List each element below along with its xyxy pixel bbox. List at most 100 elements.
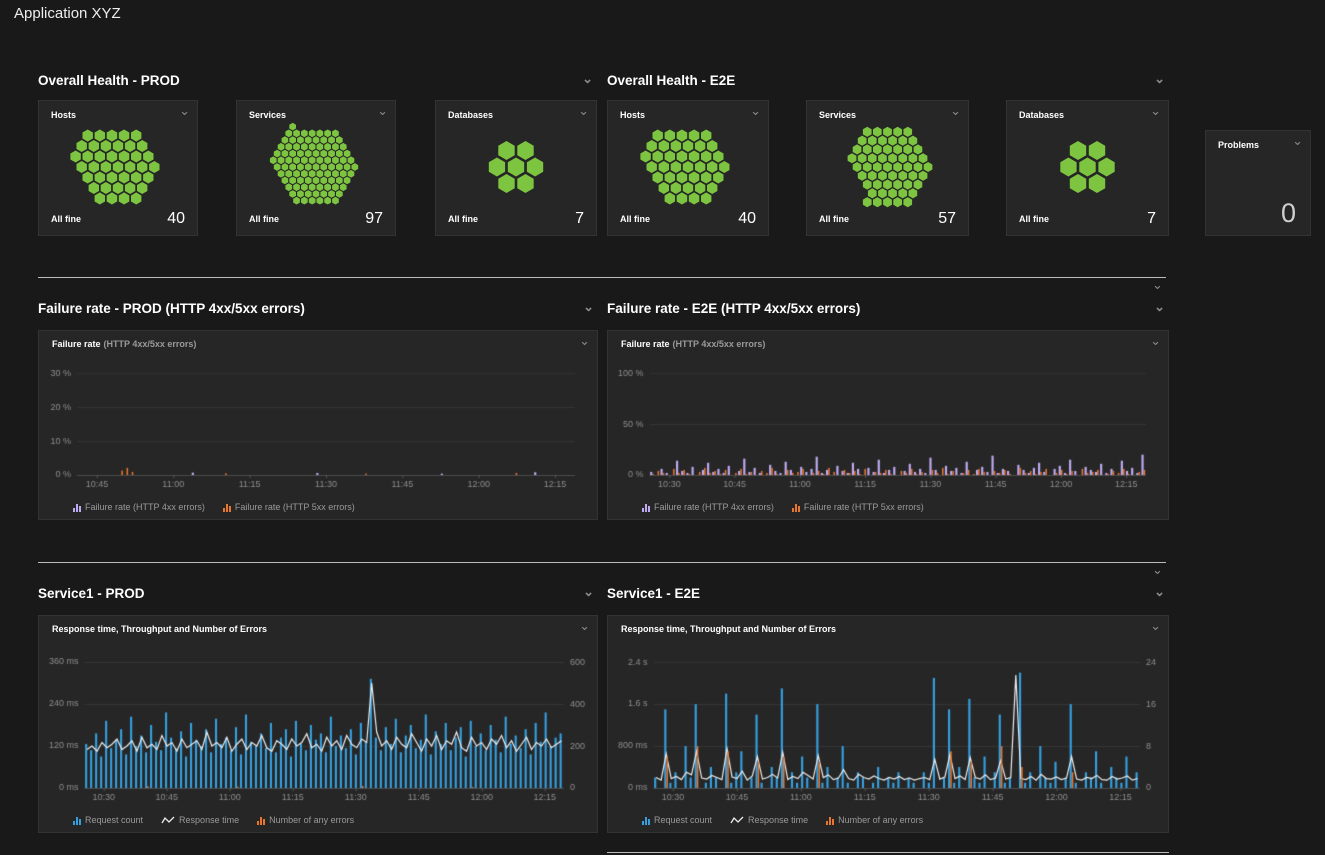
chevron-down-icon[interactable]: ⌄ — [1154, 74, 1165, 84]
chevron-down-icon[interactable]: ⌄ — [1154, 587, 1165, 597]
status-text: All fine — [819, 214, 849, 224]
chevron-down-icon[interactable]: ⌄ — [578, 106, 589, 116]
chevron-down-icon[interactable]: ⌄ — [377, 106, 388, 116]
entity-count: 7 — [575, 210, 584, 228]
legend-item[interactable]: Response time — [161, 815, 239, 825]
tile-label: Hosts — [51, 110, 76, 120]
chart-canvas[interactable] — [45, 355, 589, 491]
chevron-down-icon[interactable]: ⌄ — [179, 106, 190, 116]
legend-label: Failure rate (HTTP 4xx errors) — [654, 502, 774, 512]
chevron-down-icon[interactable]: ⌄ — [583, 302, 594, 312]
legend-item[interactable]: Request count — [642, 815, 712, 825]
hexagon-health-grid — [1007, 121, 1168, 213]
chevron-down-icon[interactable]: ⌄ — [950, 106, 961, 116]
tile-label: Problems — [1218, 140, 1259, 150]
chevron-down-icon[interactable]: ⌄ — [1150, 621, 1161, 631]
chart-tile-failure-e2e[interactable]: Failure rate(HTTP 4xx/5xx errors) ⌄ Fail… — [607, 330, 1169, 520]
entity-count: 97 — [365, 210, 383, 228]
section-divider — [38, 562, 1166, 563]
section-title: Service1 - E2E — [607, 586, 700, 601]
health-tile-databases-e2e[interactable]: Databases ⌄ All fine 7 — [1006, 100, 1169, 236]
entity-count: 40 — [167, 210, 185, 228]
entity-count: 40 — [738, 210, 756, 228]
chart-legend: Failure rate (HTTP 4xx errors) Failure ra… — [642, 502, 924, 512]
chevron-down-icon[interactable]: ⌄ — [1154, 302, 1165, 312]
chevron-down-icon[interactable]: ⌄ — [583, 587, 594, 597]
legend-item[interactable]: Request count — [73, 815, 143, 825]
section-title: Overall Health - E2E — [607, 73, 735, 88]
chevron-down-icon[interactable]: ⌄ — [579, 336, 590, 346]
tile-label: Hosts — [620, 110, 645, 120]
chevron-down-icon[interactable]: ⌄ — [1152, 280, 1163, 290]
status-text: All fine — [1019, 214, 1049, 224]
section-header-service-e2e: Service1 - E2E ⌄ — [607, 586, 1169, 606]
problems-tile[interactable]: Problems ⌄ 0 — [1205, 130, 1311, 236]
tile-label: Databases — [1019, 110, 1064, 120]
hexagon-health-grid — [436, 121, 596, 213]
bar-series-icon — [73, 817, 81, 825]
legend-item[interactable]: Failure rate (HTTP 4xx errors) — [73, 502, 205, 512]
legend-label: Request count — [654, 815, 712, 825]
chart-title: Response time, Throughput and Number of … — [52, 624, 270, 634]
legend-item[interactable]: Number of any errors — [826, 815, 923, 825]
legend-label: Number of any errors — [838, 815, 923, 825]
chart-legend: Failure rate (HTTP 4xx errors) Failure ra… — [73, 502, 355, 512]
bar-series-icon — [826, 817, 834, 825]
legend-item[interactable]: Failure rate (HTTP 5xx errors) — [223, 502, 355, 512]
legend-label: Failure rate (HTTP 5xx errors) — [235, 502, 355, 512]
bar-series-icon — [257, 817, 265, 825]
section-divider — [38, 277, 1166, 278]
entity-count: 57 — [938, 210, 956, 228]
status-text: All fine — [249, 214, 279, 224]
bar-series-icon — [73, 504, 81, 512]
entity-count: 7 — [1147, 210, 1156, 228]
status-text: All fine — [448, 214, 478, 224]
status-text: All fine — [620, 214, 650, 224]
hexagon-health-grid — [39, 121, 197, 213]
legend-item[interactable]: Response time — [730, 815, 808, 825]
health-tile-services-prod[interactable]: Services ⌄ All fine 97 — [236, 100, 396, 236]
health-tile-services-e2e[interactable]: Services ⌄ All fine 57 — [806, 100, 969, 236]
health-tile-databases-prod[interactable]: Databases ⌄ All fine 7 — [435, 100, 597, 236]
health-tile-hosts-e2e[interactable]: Hosts ⌄ All fine 40 — [607, 100, 769, 236]
line-series-icon — [161, 816, 175, 825]
legend-label: Failure rate (HTTP 5xx errors) — [804, 502, 924, 512]
health-tile-hosts-prod[interactable]: Hosts ⌄ All fine 40 — [38, 100, 198, 236]
legend-item[interactable]: Failure rate (HTTP 4xx errors) — [642, 502, 774, 512]
chevron-down-icon[interactable]: ⌄ — [582, 74, 593, 84]
chart-canvas[interactable] — [614, 640, 1160, 804]
chevron-down-icon[interactable]: ⌄ — [1152, 565, 1163, 575]
chart-title: Failure rate(HTTP 4xx/5xx errors) — [52, 339, 196, 349]
chart-legend: Request count Response time Number of any … — [642, 815, 923, 825]
chart-canvas[interactable] — [614, 355, 1160, 491]
status-text: All fine — [51, 214, 81, 224]
bar-series-icon — [642, 817, 650, 825]
problems-count: 0 — [1281, 198, 1296, 229]
chevron-down-icon[interactable]: ⌄ — [1150, 336, 1161, 346]
chevron-down-icon[interactable]: ⌄ — [579, 621, 590, 631]
section-header-service-prod: Service1 - PROD ⌄ — [38, 586, 598, 606]
section-title: Failure rate - PROD (HTTP 4xx/5xx errors… — [38, 301, 305, 316]
bar-series-icon — [792, 504, 800, 512]
chart-canvas[interactable] — [45, 640, 589, 804]
chart-title: Failure rate(HTTP 4xx/5xx errors) — [621, 339, 765, 349]
legend-label: Number of any errors — [269, 815, 354, 825]
chart-legend: Request count Response time Number of any … — [73, 815, 354, 825]
chart-tile-service-prod[interactable]: Response time, Throughput and Number of … — [38, 615, 598, 833]
hexagon-health-grid — [237, 121, 395, 213]
tile-label: Databases — [448, 110, 493, 120]
section-title: Overall Health - PROD — [38, 73, 180, 88]
chart-tile-service-e2e[interactable]: Response time, Throughput and Number of … — [607, 615, 1169, 833]
chevron-down-icon[interactable]: ⌄ — [1150, 106, 1161, 116]
section-header-health-e2e: Overall Health - E2E ⌄ — [607, 73, 1169, 93]
section-header-health-prod: Overall Health - PROD ⌄ — [38, 73, 597, 93]
chevron-down-icon[interactable]: ⌄ — [1292, 136, 1303, 146]
legend-item[interactable]: Number of any errors — [257, 815, 354, 825]
chevron-down-icon[interactable]: ⌄ — [750, 106, 761, 116]
chart-tile-failure-prod[interactable]: Failure rate(HTTP 4xx/5xx errors) ⌄ Fail… — [38, 330, 598, 520]
legend-item[interactable]: Failure rate (HTTP 5xx errors) — [792, 502, 924, 512]
bar-series-icon — [642, 504, 650, 512]
section-title: Failure rate - E2E (HTTP 4xx/5xx errors) — [607, 301, 860, 316]
line-series-icon — [730, 816, 744, 825]
legend-label: Response time — [179, 815, 239, 825]
